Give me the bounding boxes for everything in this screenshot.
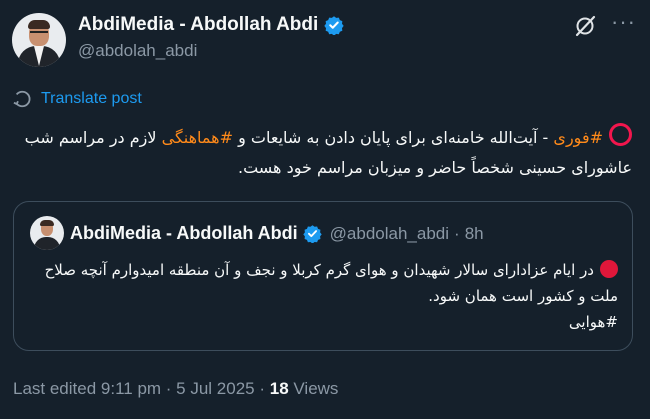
hashtag-fori[interactable]: #فوری xyxy=(553,128,603,147)
more-options-icon[interactable]: ··· xyxy=(611,11,637,38)
translate-globe-icon xyxy=(13,90,31,108)
edited-timestamp[interactable]: Last edited 9:11 pm · 5 Jul 2025 · xyxy=(13,379,270,398)
quoted-author-row: AbdiMedia - Abdollah Abdi @abdolah_abdi … xyxy=(70,223,484,244)
quoted-display-name[interactable]: AbdiMedia - Abdollah Abdi xyxy=(70,223,298,244)
quoted-timestamp[interactable]: 8h xyxy=(465,224,484,244)
avatar-hair xyxy=(40,220,54,226)
grok-icon[interactable] xyxy=(573,14,597,38)
views-label: Views xyxy=(288,379,339,398)
quoted-tweet-body: در ایام عزادارای سالار شهیدان و هوای گرم… xyxy=(28,257,618,335)
views-count: 18 xyxy=(269,379,289,398)
quoted-author-avatar[interactable] xyxy=(30,216,64,250)
tweet-meta: Last edited 9:11 pm · 5 Jul 2025 · 18 Vi… xyxy=(13,379,338,399)
translate-post-link[interactable]: Translate post xyxy=(12,89,142,109)
separator-dot: · xyxy=(454,223,460,243)
verified-badge-icon xyxy=(302,225,322,243)
tweet-body: #فوری - آیت‌الله خامنه‌ای برای پایان داد… xyxy=(12,123,632,183)
avatar-hair xyxy=(28,20,50,29)
author-name-row[interactable]: AbdiMedia - Abdollah Abdi xyxy=(78,14,344,36)
avatar-body xyxy=(34,237,60,250)
translate-label[interactable]: Translate post xyxy=(41,90,142,108)
author-display-name[interactable]: AbdiMedia - Abdollah Abdi xyxy=(78,14,318,36)
avatar-glasses xyxy=(30,31,48,37)
red-circle-emoji xyxy=(600,260,618,278)
quoted-tweet-card[interactable]: AbdiMedia - Abdollah Abdi @abdolah_abdi … xyxy=(13,201,633,351)
quoted-text: در ایام عزادارای سالار شهیدان و هوای گرم… xyxy=(44,261,618,305)
verified-badge-icon xyxy=(324,16,344,35)
quoted-hashtag[interactable]: #هوایی xyxy=(569,313,618,331)
hashtag-hamahangi[interactable]: #هماهنگی xyxy=(162,128,233,147)
quoted-handle[interactable]: @abdolah_abdi xyxy=(330,224,449,244)
author-avatar[interactable] xyxy=(12,13,66,67)
tweet-text-part1: - آیت‌الله خامنه‌ای برای پایان دادن به ش… xyxy=(233,128,554,147)
author-handle[interactable]: @abdolah_abdi xyxy=(78,41,197,61)
red-ring-emoji xyxy=(609,123,632,146)
